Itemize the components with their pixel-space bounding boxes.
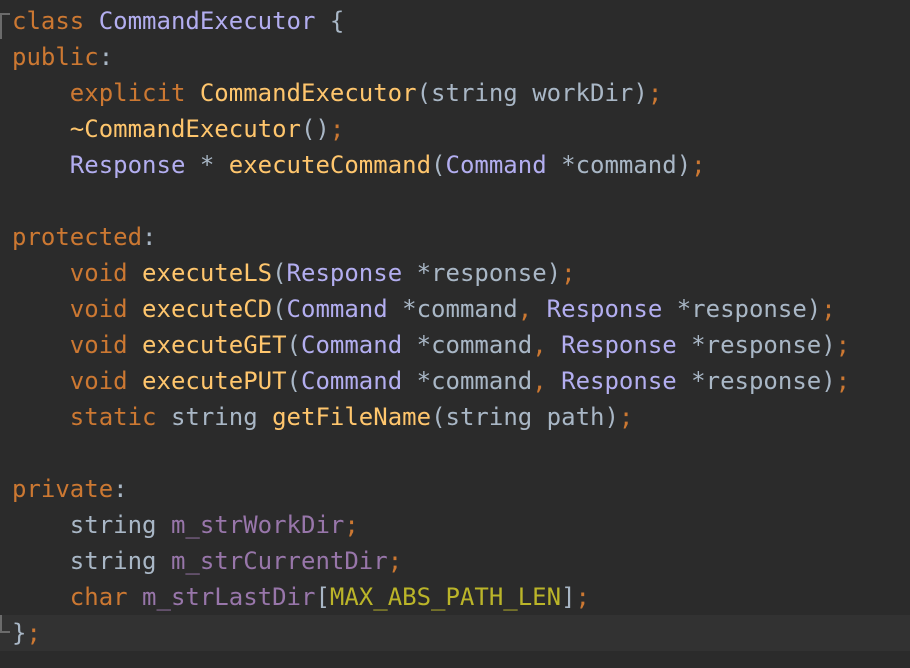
fold-open-marker[interactable] — [0, 13, 10, 39]
code-line[interactable]: string m_strCurrentDir; — [0, 543, 910, 579]
code-line[interactable]: protected: — [0, 219, 910, 255]
method-name: executeCommand — [228, 151, 432, 179]
destructor-name: ~CommandExecutor — [69, 115, 301, 143]
macro-constant: MAX_ABS_PATH_LEN — [329, 583, 562, 611]
code-line[interactable]: void executePUT(Command *command, Respon… — [0, 363, 910, 399]
fold-close-marker[interactable] — [0, 615, 10, 633]
member-variable: m_strWorkDir — [170, 511, 345, 539]
code-line[interactable]: Response * executeCommand(Command *comma… — [0, 147, 910, 183]
code-line[interactable]: public: — [0, 39, 910, 75]
code-line[interactable]: private: — [0, 471, 910, 507]
code-line-empty[interactable] — [0, 183, 910, 219]
code-line-current[interactable]: }; — [0, 615, 910, 651]
code-line[interactable]: void executeGET(Command *command, Respon… — [0, 327, 910, 363]
code-line[interactable]: void executeLS(Response *response); — [0, 255, 910, 291]
method-name: getFileName — [272, 403, 432, 431]
keyword-class: class — [12, 7, 85, 35]
code-line[interactable]: void executeCD(Command *command, Respons… — [0, 291, 910, 327]
close-brace: } — [12, 619, 27, 647]
access-specifier-public: public — [12, 43, 99, 71]
code-editor[interactable]: class CommandExecutor { public: explicit… — [0, 0, 910, 668]
method-name: executeGET — [142, 331, 287, 359]
code-line[interactable]: ~CommandExecutor(); — [0, 111, 910, 147]
code-line[interactable]: char m_strLastDir[MAX_ABS_PATH_LEN]; — [0, 579, 910, 615]
constructor-name: CommandExecutor — [199, 79, 417, 107]
member-variable: m_strLastDir — [142, 583, 316, 611]
method-name: executeLS — [142, 259, 273, 287]
code-line-empty[interactable] — [0, 435, 910, 471]
member-variable: m_strCurrentDir — [170, 547, 388, 575]
class-name: CommandExecutor — [98, 7, 316, 35]
code-line[interactable]: class CommandExecutor { — [0, 3, 910, 39]
method-name: executeCD — [142, 295, 273, 323]
method-name: executePUT — [142, 367, 287, 395]
access-specifier-private: private — [12, 475, 114, 503]
code-line[interactable]: static string getFileName(string path); — [0, 399, 910, 435]
open-brace: { — [329, 7, 345, 35]
access-specifier-protected: protected — [12, 223, 143, 251]
code-line[interactable]: explicit CommandExecutor(string workDir)… — [0, 75, 910, 111]
code-line[interactable]: string m_strWorkDir; — [0, 507, 910, 543]
